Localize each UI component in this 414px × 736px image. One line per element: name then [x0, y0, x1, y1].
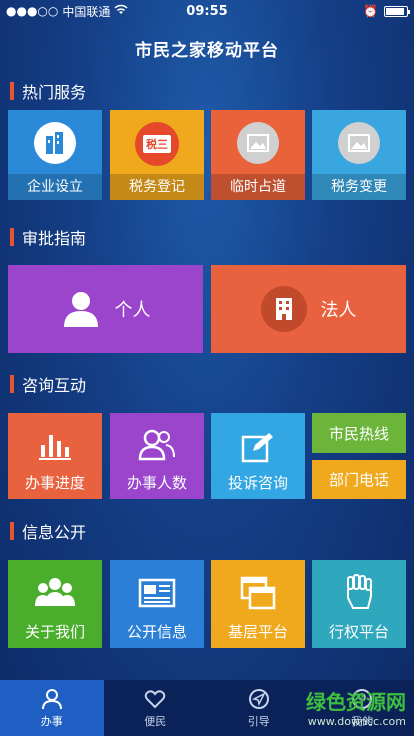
section-bar — [10, 522, 14, 540]
tile-progress[interactable]: 办事进度 — [8, 413, 102, 499]
section-bar — [10, 228, 14, 246]
tile-content: 法人 — [211, 265, 406, 353]
tab-affairs[interactable]: 办事 — [0, 680, 104, 736]
office-building-icon — [260, 286, 307, 332]
tile-power[interactable]: 行权平台 — [312, 560, 406, 648]
watermark: 绿色资源网 www.downcc.com — [306, 686, 406, 728]
edit-icon — [241, 433, 273, 463]
tile-tax-registration[interactable]: 税三 税务登记 — [110, 110, 204, 200]
tile-label: 公开信息 — [126, 623, 187, 641]
building-icon — [34, 122, 76, 164]
status-bar: ●●●○○ 中国联通 09:55 ⏰ — [0, 0, 414, 22]
tile-content: 个人 — [8, 265, 203, 353]
tile-label: 税务登记 — [110, 174, 204, 200]
person-outline-icon — [41, 688, 62, 709]
tab-convenience[interactable]: 便民 — [104, 680, 208, 736]
section-title: 信息公开 — [22, 523, 87, 542]
navigation-icon — [248, 688, 269, 709]
status-time: 09:55 — [186, 4, 228, 19]
tile-label: 税务变更 — [312, 174, 406, 200]
section-title: 热门服务 — [22, 83, 87, 102]
tile-public-info[interactable]: 公开信息 — [110, 560, 204, 648]
watermark-url: www.downcc.com — [307, 715, 406, 728]
tile-label: 基层平台 — [227, 623, 288, 641]
tile-tax-change[interactable]: 税务变更 — [312, 110, 406, 200]
tab-label: 引导 — [247, 714, 270, 728]
tab-label: 便民 — [144, 714, 167, 728]
section-consult: 咨询互动 — [10, 373, 86, 395]
watermark-title: 绿色资源网 — [306, 690, 406, 714]
heart-icon — [144, 689, 166, 708]
bar-chart-icon — [39, 435, 71, 460]
tile-label: 企业设立 — [8, 174, 102, 200]
section-title: 审批指南 — [22, 229, 87, 248]
tile-grassroots[interactable]: 基层平台 — [211, 560, 305, 648]
tile-legal-person[interactable]: 法人 — [211, 265, 406, 353]
section-title: 咨询互动 — [22, 376, 87, 395]
group-icon — [35, 578, 75, 606]
newspaper-icon — [138, 578, 176, 608]
users-icon — [138, 429, 175, 461]
tile-dept-phone[interactable]: 部门电话 — [312, 460, 406, 499]
tile-label: 市民热线 — [328, 424, 389, 443]
app-title: 市民之家移动平台 — [135, 41, 279, 61]
image-placeholder-icon — [237, 122, 279, 164]
tile-about-us[interactable]: 关于我们 — [8, 560, 102, 648]
person-icon — [63, 292, 98, 327]
tile-label: 投诉咨询 — [227, 474, 288, 492]
section-info: 信息公开 — [10, 520, 86, 542]
tile-individual[interactable]: 个人 — [8, 265, 203, 353]
tile-complaint[interactable]: 投诉咨询 — [211, 413, 305, 499]
tax-badge-text: 税三 — [143, 135, 171, 153]
tile-label: 行权平台 — [328, 623, 389, 641]
tile-label: 办事人数 — [126, 474, 187, 492]
tab-label: 办事 — [40, 714, 63, 728]
section-bar — [10, 82, 14, 100]
windows-icon — [240, 576, 276, 610]
tile-temporary-road[interactable]: 临时占道 — [211, 110, 305, 200]
tile-label: 部门电话 — [328, 471, 389, 489]
image-placeholder-icon — [338, 122, 380, 164]
section-approval-guide: 审批指南 — [10, 226, 86, 248]
tile-label: 法人 — [320, 300, 357, 321]
tax-badge-icon: 税三 — [135, 122, 179, 166]
tile-label: 办事进度 — [24, 474, 85, 492]
tile-label: 临时占道 — [211, 174, 305, 200]
tile-people-count[interactable]: 办事人数 — [110, 413, 204, 499]
section-bar — [10, 375, 14, 393]
tile-label: 个人 — [114, 300, 151, 321]
tile-enterprise-setup[interactable]: 企业设立 — [8, 110, 102, 200]
fist-icon — [347, 574, 372, 609]
tile-label: 关于我们 — [24, 623, 85, 641]
tab-guide[interactable]: 引导 — [207, 680, 311, 736]
tile-hotline[interactable]: 市民热线 — [312, 413, 406, 453]
battery-icon — [384, 5, 410, 17]
section-hot-services: 热门服务 — [10, 80, 86, 102]
